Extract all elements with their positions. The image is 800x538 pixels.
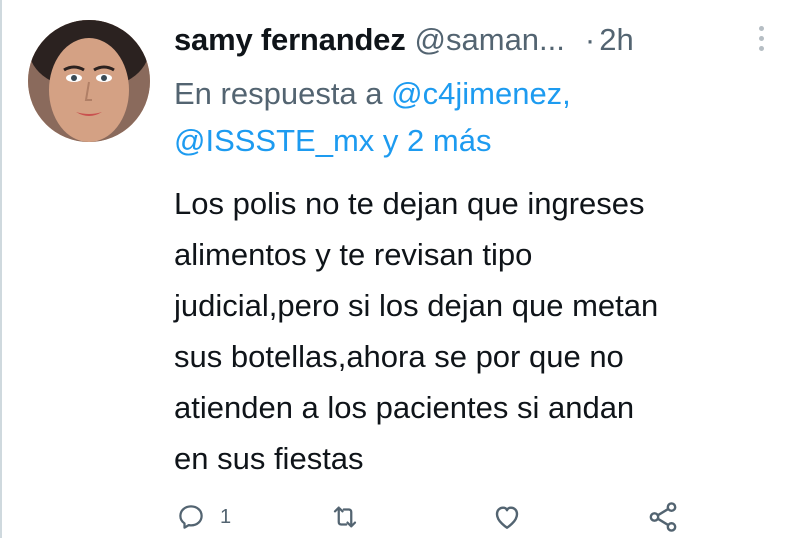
action-bar: 1 [2,496,800,538]
share-button[interactable] [646,496,680,538]
more-options-icon[interactable] [754,26,768,56]
avatar[interactable] [28,20,150,142]
user-handle[interactable]: @saman... [415,22,565,58]
more-mentions-link[interactable]: 2 más [407,123,491,158]
tweet-text-line: atienden a los pacientes si andan [174,390,635,425]
reply-button[interactable]: 1 [176,496,231,538]
tweet-text-line: Los polis no te dejan que ingreses [174,186,645,221]
reply-connector: y [382,123,399,158]
tweet-card[interactable]: samy fernandez @saman... · 2h En respues… [0,0,800,538]
tweet-header: samy fernandez @saman... · 2h [174,18,774,62]
timestamp[interactable]: 2h [599,22,633,58]
reply-count: 1 [220,505,232,528]
tweet-text-line: sus botellas,ahora se por que no [174,339,624,374]
heart-icon [495,506,519,529]
display-name[interactable]: samy fernandez [174,22,406,58]
avatar-photo [28,20,150,142]
tweet-text-line: alimentos y te revisan tipo [174,237,533,272]
comment-icon [179,505,203,529]
mention-link[interactable]: @c4jimenez, [391,76,571,111]
tweet-text: Los polis no te dejan que ingreses alime… [174,178,764,484]
reply-context: En respuesta a @c4jimenez, @ISSSTE_mx y … [174,70,754,164]
tweet-text-line: judicial,pero si los dejan que metan [174,288,659,323]
mention-link[interactable]: @ISSSTE_mx [174,123,374,158]
separator: · [584,22,596,57]
retweet-icon [333,506,357,528]
share-icon [649,502,677,532]
like-button[interactable] [491,496,523,538]
tweet-text-line: en sus fiestas [174,441,364,476]
retweet-button[interactable] [330,496,360,538]
reply-prefix: En respuesta a [174,76,383,111]
